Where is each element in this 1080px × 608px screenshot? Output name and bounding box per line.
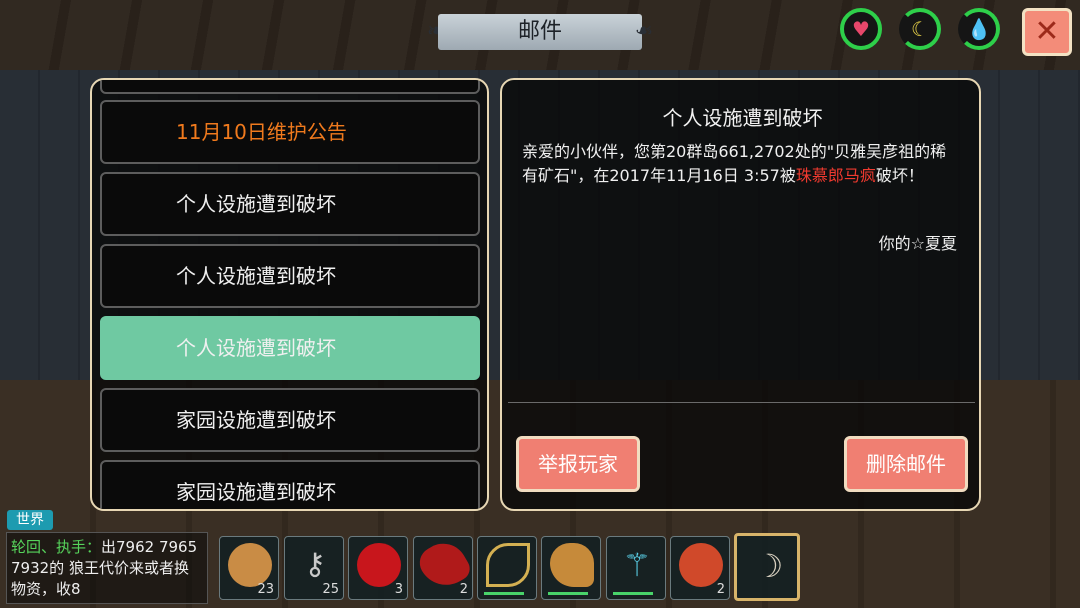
mail-signature: 你的☆夏夏	[878, 234, 957, 253]
item-count: 2	[716, 582, 725, 597]
mail-list-item[interactable]: 个人设施遭到破坏	[100, 244, 480, 308]
hotbar-slot[interactable]: 2	[670, 536, 730, 600]
item-count: 3	[394, 582, 403, 597]
item-count: 23	[257, 582, 274, 597]
chat-sender: 轮回、执手：	[11, 538, 102, 556]
divider	[508, 402, 975, 403]
hotbar-slot[interactable]	[477, 536, 537, 600]
hunger-status: ☾	[899, 8, 941, 50]
hotbar-slot[interactable]	[541, 536, 601, 600]
mail-subject: 个人设施遭到破坏	[662, 106, 823, 130]
item-count: 2	[459, 582, 468, 597]
mail-detail-panel: 个人设施遭到破坏 亲爱的小伙伴，您第20群岛661,2702处的"贝雅吴彦祖的稀…	[500, 78, 981, 511]
title-ornament-right-icon: ❧	[634, 19, 654, 44]
chat-tab-world[interactable]: 世界	[7, 510, 53, 530]
attacker-name: 珠慕郎马疯	[795, 166, 876, 185]
curved-blade-icon: ☽	[754, 547, 784, 585]
hotbar-slot[interactable]: ⚷ 25	[284, 536, 344, 600]
hotbar-slot[interactable]: ⚚	[606, 536, 666, 600]
mail-item-label: 家园设施遭到破坏	[176, 408, 336, 432]
keys-icon: ⚷	[304, 547, 326, 582]
report-player-button[interactable]: 举报玩家	[516, 436, 640, 492]
mail-list-item[interactable]: 11月10日维护公告	[100, 100, 480, 164]
heart-icon: ♥	[852, 17, 870, 41]
durability-bar	[548, 592, 588, 595]
mail-item-label: 个人设施遭到破坏	[176, 192, 336, 216]
mail-list-item[interactable]: 家园设施遭到破坏	[100, 388, 480, 452]
page-title: 邮件	[438, 14, 642, 50]
water-icon: 💧	[966, 17, 992, 41]
close-button[interactable]: ✕	[1022, 8, 1072, 56]
mail-list-item[interactable]: 家园设施遭到破坏	[100, 460, 480, 509]
hotbar-slot[interactable]: 2	[413, 534, 475, 600]
mail-body: 亲爱的小伙伴，您第20群岛661,2702处的"贝雅吴彦祖的稀有矿石"，在201…	[522, 140, 962, 188]
hotbar-slot[interactable]: 23	[219, 536, 279, 600]
durability-bar	[484, 592, 524, 595]
mail-list-item[interactable]: 个人设施遭到破坏	[100, 172, 480, 236]
hotbar-slot-selected[interactable]: ☽	[734, 533, 800, 601]
mail-title-banner: ❧ 邮件 ❧	[424, 14, 656, 50]
mail-list-item-selected[interactable]: 个人设施遭到破坏	[100, 316, 480, 380]
mail-item-label: 个人设施遭到破坏	[176, 336, 336, 360]
hunger-icon: ☾	[911, 17, 929, 41]
chat-box[interactable]: 轮回、执手：出7962 7965 7932的 狼王代价来或者换物资，收8	[6, 532, 208, 604]
mail-body-text-end: 破坏！	[875, 166, 924, 185]
delete-mail-button[interactable]: 删除邮件	[844, 436, 968, 492]
armor-icon	[679, 543, 723, 587]
thirst-status: 💧	[958, 8, 1000, 50]
crystal-staff-icon: ⚚	[622, 546, 652, 584]
mail-item-label: 家园设施遭到破坏	[176, 480, 336, 504]
mail-item-label: 11月10日维护公告	[176, 120, 347, 144]
hotbar-slot[interactable]: 3	[348, 536, 408, 600]
item-count: 25	[322, 582, 339, 597]
golden-bow-icon	[486, 543, 530, 587]
horn-icon	[550, 543, 594, 587]
close-icon: ✕	[1034, 14, 1060, 49]
mail-list-panel[interactable]: 11月10日维护公告 个人设施遭到破坏 个人设施遭到破坏 个人设施遭到破坏 家园…	[90, 78, 489, 511]
dumpling-steamer-icon	[228, 543, 272, 587]
health-status: ♥	[840, 8, 882, 50]
durability-bar	[613, 592, 653, 595]
mail-list-item[interactable]	[100, 80, 480, 94]
mail-item-label: 个人设施遭到破坏	[176, 264, 336, 288]
apple-icon	[357, 543, 401, 587]
